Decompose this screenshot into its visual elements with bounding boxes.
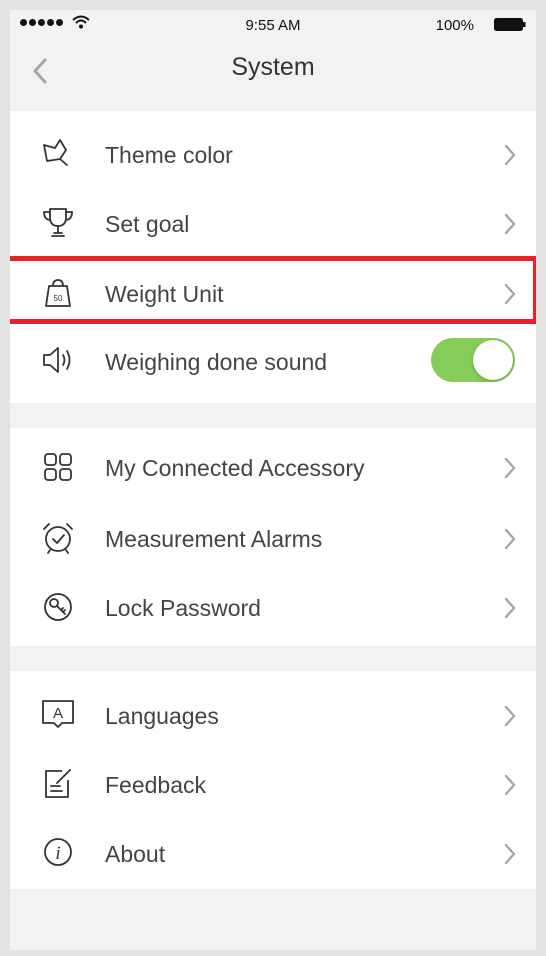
- about-label: About: [105, 841, 166, 867]
- languages-row[interactable]: A Languages: [10, 681, 536, 751]
- feedback-icon: [45, 769, 71, 798]
- battery-icon: [494, 18, 526, 31]
- set-goal-row[interactable]: Set goal: [10, 189, 536, 259]
- weighing-done-sound-label: Weighing done sound: [105, 349, 328, 375]
- measurement-alarms-row[interactable]: Measurement Alarms: [10, 504, 536, 574]
- lock-key-icon: [44, 593, 72, 621]
- set-goal-label: Set goal: [105, 211, 190, 237]
- speaker-icon: [43, 347, 71, 373]
- chevron-right-icon: [504, 774, 516, 796]
- info-icon: i: [44, 838, 72, 866]
- status-bar: 9:55 AM 100%: [10, 10, 536, 40]
- chevron-right-icon: [504, 528, 516, 550]
- battery-percentage: 100%: [435, 17, 474, 34]
- theme-color-icon: [43, 139, 68, 166]
- theme-color-row[interactable]: Theme color: [10, 119, 536, 189]
- weight-icon: 50: [45, 279, 71, 307]
- feedback-label: Feedback: [105, 772, 207, 798]
- language-icon-text: A: [53, 705, 63, 722]
- lock-password-label: Lock Password: [105, 595, 261, 621]
- phone-screen: 9:55 AM 100% System Theme color Set goal…: [10, 10, 536, 950]
- info-icon-text: i: [55, 843, 60, 864]
- weight-unit-row[interactable]: 50 Weight Unit: [10, 259, 536, 327]
- weight-unit-label: Weight Unit: [105, 281, 224, 307]
- about-row[interactable]: i About: [10, 821, 536, 889]
- languages-label: Languages: [105, 703, 219, 729]
- page-title: System: [231, 53, 315, 81]
- alarm-clock-icon: [43, 523, 73, 554]
- trophy-icon: [43, 208, 73, 237]
- theme-color-label: Theme color: [105, 142, 233, 168]
- settings-group-general: Theme color Set goal 50 Weight Unit Weig…: [10, 111, 536, 403]
- chevron-right-icon: [504, 213, 516, 235]
- settings-group-device: My Connected Accessory Measurement Alarm…: [10, 428, 536, 646]
- language-icon: A: [42, 700, 74, 728]
- chevron-right-icon: [504, 705, 516, 727]
- chevron-right-icon: [504, 457, 516, 479]
- feedback-row[interactable]: Feedback: [10, 751, 536, 821]
- chevron-right-icon: [504, 283, 516, 305]
- weighing-done-sound-toggle[interactable]: [431, 338, 515, 382]
- lock-password-row[interactable]: Lock Password: [10, 574, 536, 644]
- my-connected-accessory-label: My Connected Accessory: [105, 455, 365, 481]
- chevron-right-icon: [504, 843, 516, 865]
- accessory-grid-icon: [44, 453, 72, 481]
- weighing-done-sound-row: Weighing done sound: [10, 327, 536, 397]
- toggle-knob: [473, 340, 513, 380]
- weight-icon-text: 50: [54, 294, 63, 303]
- my-connected-accessory-row[interactable]: My Connected Accessory: [10, 432, 536, 502]
- navigation-bar: System: [10, 40, 536, 108]
- chevron-right-icon: [504, 144, 516, 166]
- settings-group-app: A Languages Feedback i About: [10, 671, 536, 889]
- measurement-alarms-label: Measurement Alarms: [105, 526, 323, 552]
- chevron-right-icon: [504, 597, 516, 619]
